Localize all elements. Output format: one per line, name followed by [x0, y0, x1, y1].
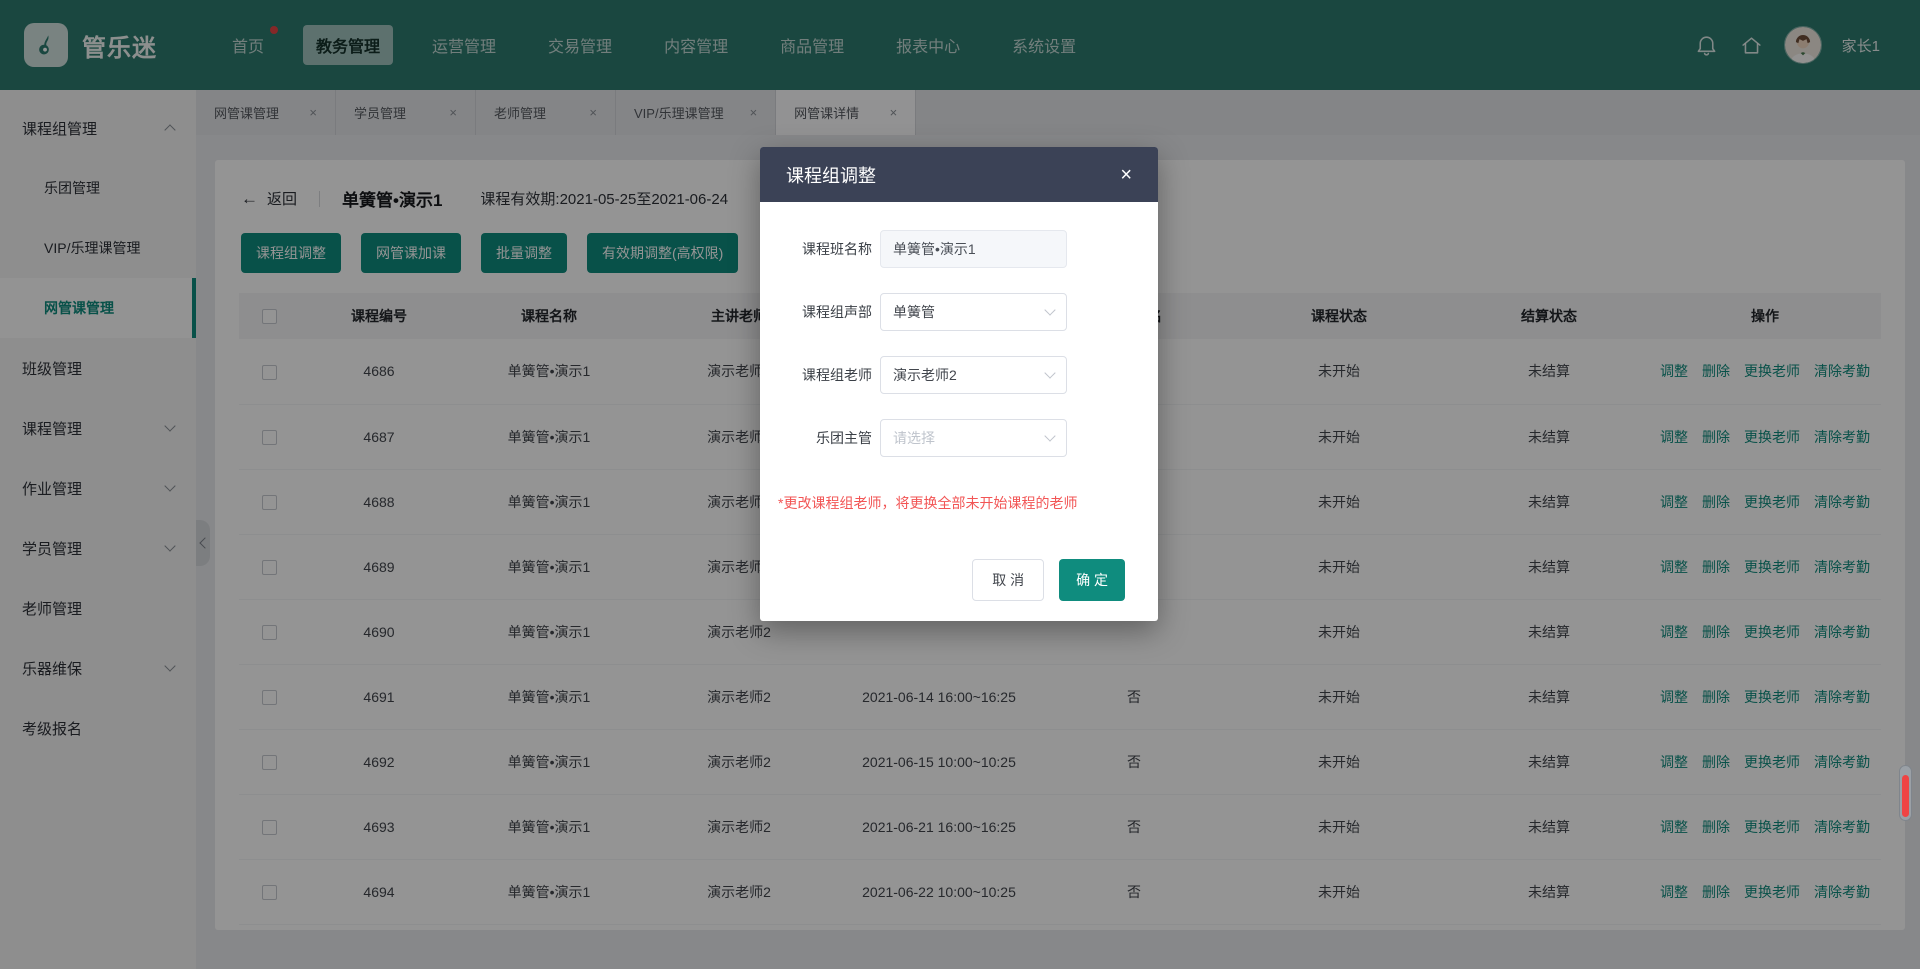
form-row: 乐团主管 请选择: [788, 419, 1158, 457]
modal-header: 课程组调整 ×: [760, 147, 1158, 202]
chevron-down-icon: [1044, 430, 1055, 441]
chevron-down-icon: [1044, 367, 1055, 378]
field-label-group-teacher: 课程组老师: [788, 365, 872, 385]
cancel-button[interactable]: 取 消: [972, 559, 1044, 601]
form-row: 课程班名称 单簧管•演示1: [788, 230, 1158, 268]
field-label-band-manager: 乐团主管: [788, 428, 872, 448]
field-select-band-manager[interactable]: 请选择: [880, 419, 1067, 457]
scrollbar-thumb-indicator: [1902, 775, 1909, 817]
modal-title: 课程组调整: [786, 162, 876, 188]
modal-fields: 课程班名称 单簧管•演示1 课程组声部 单簧管课程组老师 演示老师2 乐团主管 请选择: [788, 230, 1158, 457]
field-input-class-name[interactable]: 单簧管•演示1: [880, 230, 1067, 268]
course-group-adjust-modal: 课程组调整 × 课程班名称 单簧管•演示1 课程组声部 单簧管课程组老师 演示老师2 乐团…: [760, 147, 1158, 621]
confirm-button[interactable]: 确 定: [1059, 559, 1125, 601]
modal-warning: *更改课程组老师，将更换全部未开始课程的老师: [778, 493, 1158, 513]
chevron-down-icon: [1044, 304, 1055, 315]
field-value: 请选择: [893, 428, 935, 448]
field-select-group-teacher[interactable]: 演示老师2: [880, 356, 1067, 394]
scrollbar-thumb[interactable]: [1899, 765, 1912, 821]
modal-body: 课程班名称 单簧管•演示1 课程组声部 单簧管课程组老师 演示老师2 乐团主管 请选择 *更…: [760, 202, 1158, 513]
field-value: 演示老师2: [893, 365, 957, 385]
field-value: 单簧管: [893, 302, 935, 322]
modal-footer: 取 消 确 定: [760, 513, 1158, 621]
field-value: 单簧管•演示1: [893, 239, 976, 259]
field-label-class-name: 课程班名称: [788, 239, 872, 259]
form-row: 课程组老师 演示老师2: [788, 356, 1158, 394]
field-select-voice-part[interactable]: 单簧管: [880, 293, 1067, 331]
modal-close-icon[interactable]: ×: [1120, 165, 1132, 185]
form-row: 课程组声部 单簧管: [788, 293, 1158, 331]
field-label-voice-part: 课程组声部: [788, 302, 872, 322]
